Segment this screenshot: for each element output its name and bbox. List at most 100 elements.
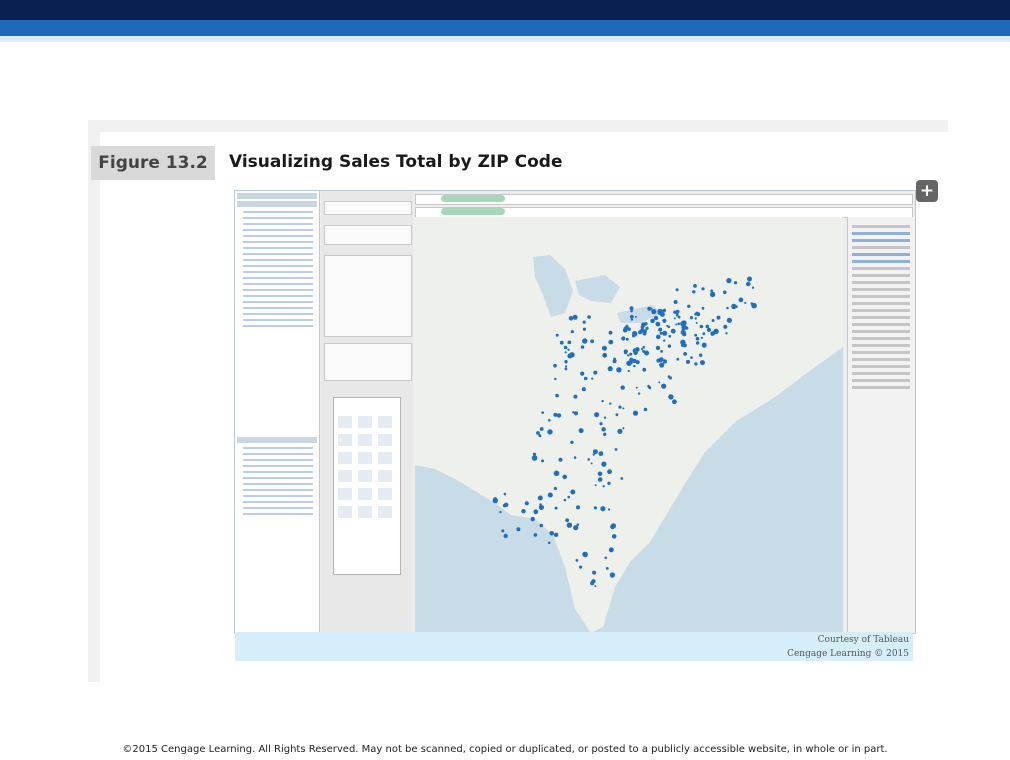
zip-marker [609, 402, 612, 405]
zip-marker [661, 383, 667, 389]
zip-marker [582, 327, 586, 331]
zip-marker [601, 399, 604, 403]
zip-marker [587, 315, 591, 319]
zip-marker [547, 492, 553, 498]
zip-marker [533, 533, 538, 537]
zip-marker [554, 506, 558, 510]
zip-marker [692, 290, 696, 294]
zip-marker [607, 469, 612, 475]
zip-marker [629, 306, 634, 311]
zip-marker [553, 363, 557, 368]
zip-marker [531, 455, 538, 461]
zip-marker [622, 407, 625, 410]
zip-marker [593, 506, 597, 510]
zip-marker [548, 419, 551, 422]
header-band-light [0, 36, 1010, 42]
zip-marker [581, 387, 586, 392]
zip-marker [673, 300, 678, 304]
zip-marker [558, 457, 563, 462]
zip-marker [503, 533, 508, 539]
zip-marker [657, 308, 663, 315]
zip-marker [615, 413, 619, 417]
zip-marker [539, 523, 544, 528]
zip-marker [675, 288, 679, 292]
zip-marker [647, 384, 650, 388]
zip-marker [607, 481, 611, 485]
zip-marker [501, 529, 505, 533]
zip-marker [503, 492, 507, 496]
zip-marker [633, 364, 636, 368]
zip-marker [617, 428, 623, 434]
zip-marker [538, 434, 542, 438]
zip-marker [562, 474, 567, 480]
zip-marker [670, 328, 676, 334]
zip-marker [659, 362, 665, 368]
zip-marker [621, 336, 626, 341]
zip-marker [576, 505, 580, 510]
zip-marker [695, 321, 698, 324]
zip-marker [712, 292, 716, 295]
zip-marker [610, 524, 615, 530]
zip-marker [618, 405, 622, 409]
zip-marker [592, 449, 598, 455]
zip-marker [627, 327, 631, 331]
map-graphic [415, 217, 843, 633]
zip-marker [537, 495, 543, 501]
columns-pill [441, 195, 505, 202]
zip-marker [620, 385, 625, 390]
zip-marker [594, 585, 597, 587]
pages-shelf [324, 201, 412, 215]
zip-marker [600, 506, 606, 512]
zip-marker [677, 322, 680, 326]
zip-marker [710, 289, 714, 293]
zip-marker [641, 329, 644, 332]
marks-card [324, 255, 412, 337]
zip-marker [579, 565, 583, 569]
zip-marker [597, 477, 603, 482]
zip-marker [673, 317, 676, 320]
zip-marker [700, 336, 703, 339]
zip-marker [751, 286, 755, 289]
zip-marker [627, 354, 630, 357]
zip-marker [516, 527, 521, 532]
image-credit-band: Courtesy of Tableau Cengage Learning © 2… [235, 632, 913, 661]
zip-marker [701, 306, 705, 310]
zip-marker [499, 510, 502, 514]
zip-marker [608, 339, 614, 345]
zip-marker [602, 345, 607, 351]
zip-marker [653, 315, 659, 321]
zip-marker [555, 393, 559, 398]
zip-marker [521, 509, 526, 514]
zip-marker [597, 471, 603, 477]
zip-marker [572, 314, 578, 320]
zip-marker [570, 489, 576, 495]
zip-marker [723, 290, 727, 295]
zip-marker [693, 284, 697, 288]
zip-marker [524, 501, 529, 506]
zip-marker [575, 559, 579, 562]
zip-marker [657, 359, 660, 363]
zip-marker [627, 369, 630, 373]
zip-sales-map [415, 217, 843, 633]
zip-marker [716, 315, 721, 320]
zip-marker [683, 352, 687, 356]
zip-marker [635, 386, 638, 389]
zip-marker [538, 504, 544, 510]
zip-marker [565, 365, 568, 368]
zip-marker [583, 376, 588, 381]
zip-marker [504, 502, 509, 507]
map-options-panel [847, 217, 914, 633]
zip-marker [625, 337, 629, 341]
zip-marker [622, 327, 628, 333]
zip-marker [731, 303, 737, 310]
zip-marker [554, 377, 557, 381]
zip-marker [564, 351, 567, 354]
zip-marker [666, 324, 669, 327]
zip-marker [539, 503, 542, 506]
plus-icon[interactable]: + [916, 180, 938, 202]
zip-marker [553, 412, 558, 417]
zip-marker [573, 394, 578, 399]
zip-marker [643, 407, 648, 412]
zip-marker [601, 461, 607, 467]
show-me-panel [333, 397, 401, 575]
